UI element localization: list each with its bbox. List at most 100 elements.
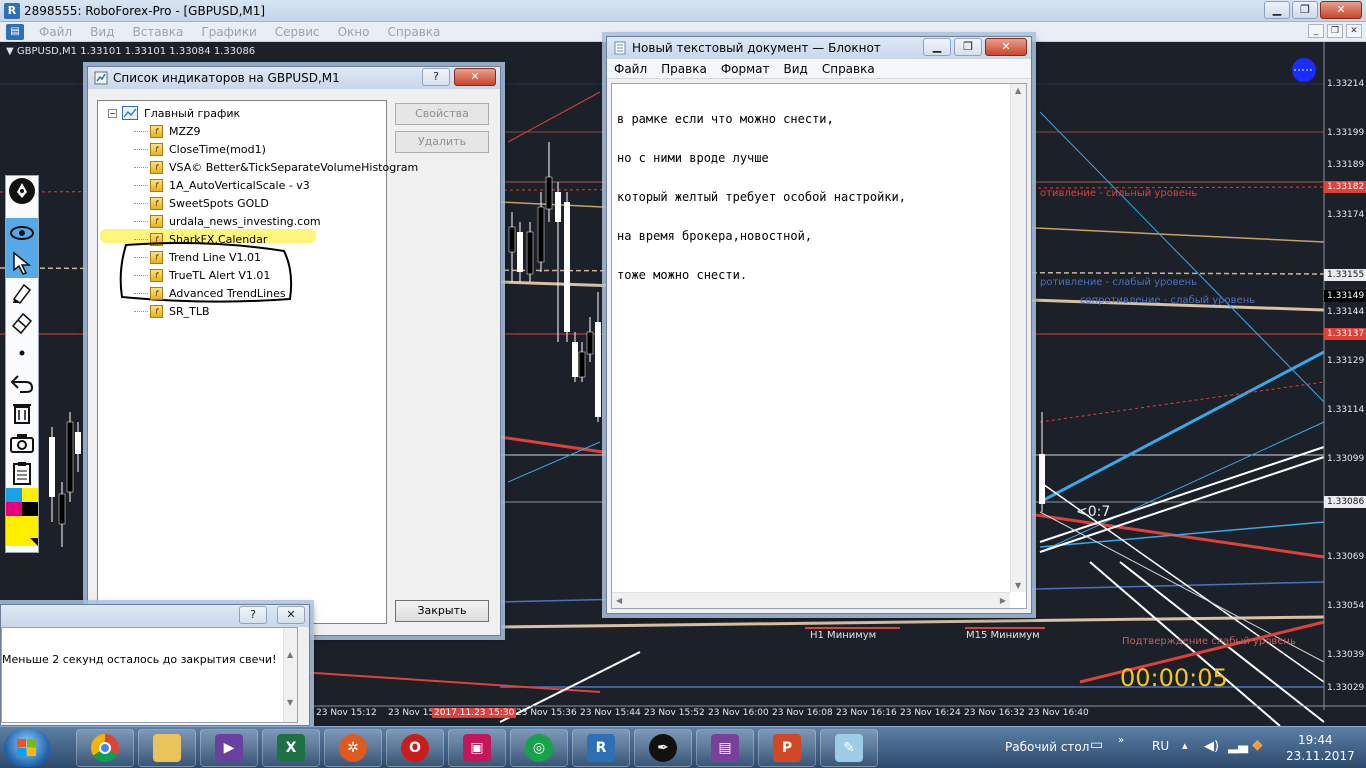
network-icon[interactable]: ▂▄ [1228, 739, 1248, 754]
undo-icon[interactable] [6, 368, 38, 398]
language-indicator[interactable]: RU [1152, 739, 1169, 753]
support-label: Подтверждение слабый уровень [1122, 636, 1296, 647]
visual-studio-taskbar-button[interactable]: ▶ [200, 729, 258, 767]
dialog-close-button[interactable]: ✕ [454, 68, 496, 86]
delete-button[interactable]: Удалить [395, 131, 489, 153]
camera-icon[interactable] [6, 428, 38, 458]
indicator-item[interactable]: f CloseTime(mod1) [134, 140, 266, 158]
chart-window-icon[interactable]: ▤ [6, 23, 24, 40]
alert-close-button[interactable]: ✕ [277, 606, 305, 624]
price-label: 1.33155 [1324, 269, 1366, 281]
indicator-item[interactable]: f urdala_news_investing.com [134, 212, 321, 230]
indicator-item[interactable]: f SR_TLB [134, 302, 210, 320]
indicator-item[interactable]: f VSA© Better&TickSeparateVolumeHistogram [134, 158, 418, 176]
mdi-minimize-button[interactable]: _ [1308, 24, 1324, 38]
marker-icon[interactable] [6, 278, 38, 308]
menu-help[interactable]: Справка [379, 25, 450, 39]
menu-tools[interactable]: Сервис [266, 25, 329, 39]
vertical-scrollbar[interactable]: ▲ ▼ [1010, 84, 1026, 592]
notepad-menu-file[interactable]: Файл [607, 62, 654, 76]
menu-window[interactable]: Окно [329, 25, 379, 39]
pen-app-taskbar-button[interactable]: ✒ [634, 729, 692, 767]
tree-root[interactable]: − Главный график [108, 104, 240, 122]
close-button[interactable]: ✕ [1320, 1, 1362, 19]
candle-countdown: 00:00:05 [1120, 664, 1228, 692]
menu-insert[interactable]: Вставка [123, 25, 192, 39]
eraser-icon[interactable] [6, 308, 38, 338]
roboforex-taskbar-button[interactable]: R [572, 729, 630, 767]
powerpoint-taskbar-button[interactable]: P [758, 729, 816, 767]
indicator-item[interactable]: f Trend Line V1.01 [134, 248, 261, 266]
help-button[interactable]: ? [422, 68, 450, 86]
volume-icon[interactable]: ◀) [1204, 739, 1219, 754]
indicator-fx-icon: f [150, 178, 163, 192]
time-label: 23 Nov 15:44 [580, 708, 641, 718]
collapse-icon[interactable]: − [108, 108, 117, 118]
cursor-icon[interactable] [6, 248, 38, 278]
notepad-menu-format[interactable]: Формат [714, 62, 777, 76]
notepad-maximize-button[interactable]: ❐ [954, 38, 982, 56]
notepad-taskbar-button[interactable]: ✎ [820, 729, 878, 767]
indicator-fx-icon: f [150, 286, 163, 300]
winrar-taskbar-button[interactable]: ▤ [696, 729, 754, 767]
tray-expand-icon[interactable]: » [1118, 735, 1124, 746]
dot-icon[interactable] [6, 338, 38, 368]
close-dialog-button[interactable]: Закрыть [395, 600, 489, 622]
notepad-close-button[interactable]: ✕ [985, 38, 1027, 56]
notepad-menu-view[interactable]: Вид [777, 62, 815, 76]
indicator-item[interactable]: f SweetSpots GOLD [134, 194, 269, 212]
desktop-label[interactable]: Рабочий стол [1005, 740, 1089, 754]
notepad-menu-help[interactable]: Справка [815, 62, 882, 76]
internet-explorer-icon[interactable] [60, 729, 76, 767]
minimize-button[interactable]: ▁ [1264, 1, 1290, 19]
indicator-item[interactable]: f MZZ9 [134, 122, 201, 140]
opera-taskbar-button[interactable]: O [386, 729, 444, 767]
indicator-item[interactable]: f Advanced TrendLines [134, 284, 286, 302]
menu-charts[interactable]: Графики [192, 25, 265, 39]
time-label: 23 Nov 15:36 [516, 708, 577, 718]
excel-taskbar-button[interactable]: X [262, 729, 320, 767]
clock-time[interactable]: 19:44 [1298, 733, 1333, 747]
time-label: 23 Nov 16:24 [900, 708, 961, 718]
notepad-minimize-button[interactable]: ▁ [923, 38, 951, 56]
pen-icon[interactable] [6, 176, 38, 206]
alert-scrollbar[interactable]: ▲ ▼ [283, 628, 297, 722]
mdi-close-button[interactable]: ✕ [1346, 24, 1362, 38]
clipboard-icon[interactable] [6, 458, 38, 488]
properties-button[interactable]: Свойства [395, 103, 489, 125]
horizontal-scrollbar[interactable]: ◀ ▶ [612, 592, 1010, 608]
start-button[interactable] [4, 729, 50, 767]
app-green-taskbar-button[interactable]: ◎ [510, 729, 568, 767]
price-label: 1.33039 [1327, 650, 1365, 660]
alert-help-button[interactable]: ? [239, 606, 267, 624]
chrome-taskbar-button[interactable] [76, 729, 134, 767]
price-label: 1.33114 [1327, 405, 1365, 415]
weak-level-label: ротивление - слабый уровень [1040, 277, 1198, 288]
indicator-tree[interactable]: − Главный график f MZZ9 f CloseTime(mod1) … [97, 100, 418, 624]
notepad-text-area[interactable]: в рамке если что можно снести, но с ними… [611, 83, 1027, 609]
tray-app-icon[interactable]: ◆ [1252, 737, 1263, 753]
menu-file[interactable]: Файл [30, 25, 81, 39]
opera-icon: O [401, 734, 429, 762]
alert-message-area: Меньше 2 секунд осталось до закрытия све… [1, 627, 298, 723]
indicator-item[interactable]: f TrueTL Alert V1.01 [134, 266, 270, 284]
indicator-item[interactable]: f 1A_AutoVerticalScale - v3 [134, 176, 310, 194]
desktop-folder-icon[interactable]: ▭ [1090, 737, 1103, 753]
price-label: 1.33182 [1324, 181, 1366, 193]
tray-arrow-icon[interactable]: ▴ [1182, 739, 1188, 752]
app-red-icon: ✲ [339, 734, 367, 762]
eye-icon[interactable] [6, 218, 38, 248]
menu-view[interactable]: Вид [81, 25, 123, 39]
notepad-menu-edit[interactable]: Правка [654, 62, 714, 76]
trash-icon[interactable] [6, 398, 38, 428]
color-palette[interactable] [6, 488, 38, 546]
explorer-taskbar-button[interactable] [138, 729, 196, 767]
strong-level-label: отивление - сильный уровень [1040, 188, 1198, 199]
app-red-taskbar-button[interactable]: ✲ [324, 729, 382, 767]
maximize-button[interactable]: ❐ [1292, 1, 1318, 19]
excel-icon: X [277, 734, 305, 762]
chrome-icon [91, 734, 119, 762]
mdi-restore-button[interactable]: ❐ [1327, 24, 1343, 38]
app-pink-taskbar-button[interactable]: ▣ [448, 729, 506, 767]
clock-date[interactable]: 23.11.2017 [1286, 749, 1355, 763]
